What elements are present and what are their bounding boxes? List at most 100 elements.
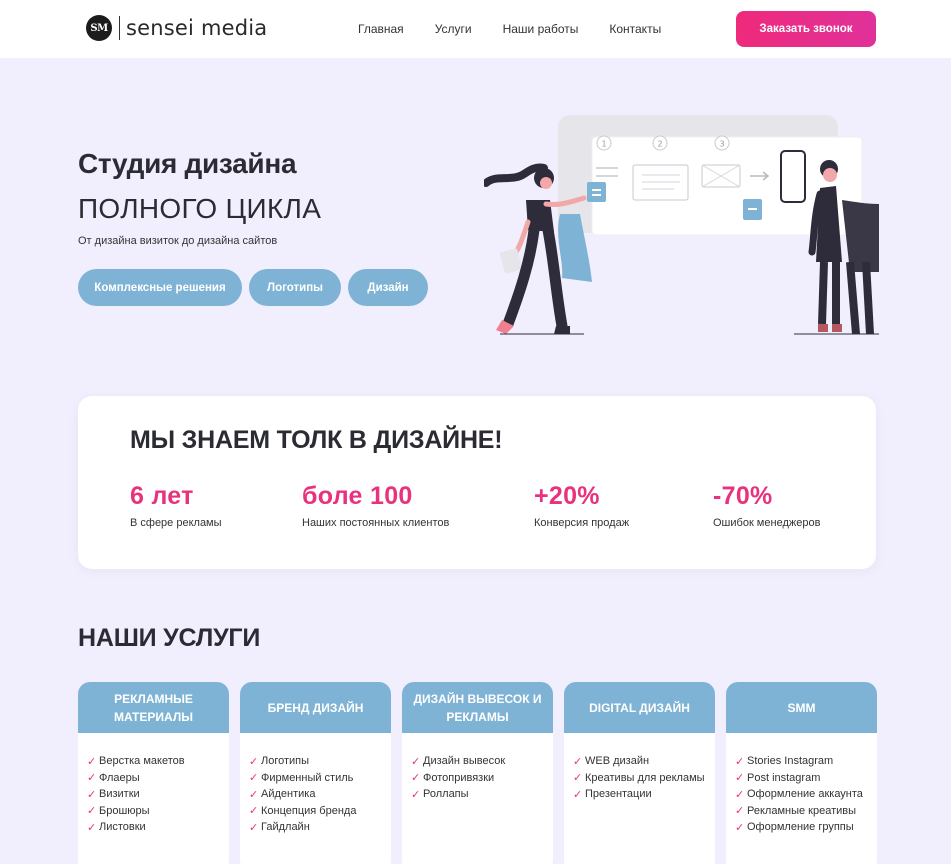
list-item-label: Визитки bbox=[99, 788, 140, 801]
list-item: ✓ Post instagram bbox=[735, 770, 877, 787]
list-item-label: Концепция бренда bbox=[261, 804, 357, 817]
check-icon: ✓ bbox=[87, 755, 97, 768]
check-icon: ✓ bbox=[735, 788, 745, 801]
check-icon: ✓ bbox=[735, 772, 745, 785]
list-item: ✓ Айдентика bbox=[249, 786, 391, 803]
list-item-label: Презентации bbox=[585, 788, 652, 801]
stat-value: боле 100 bbox=[302, 482, 413, 510]
nav-link-contacts[interactable]: Контакты bbox=[609, 22, 661, 36]
check-icon: ✓ bbox=[735, 805, 745, 818]
list-item: ✓ Креативы для рекламы bbox=[573, 770, 715, 787]
pill-logos[interactable]: Логотипы bbox=[249, 269, 341, 306]
stat-clients: боле 100 Наших постоянных клиентов bbox=[302, 482, 449, 529]
list-item: ✓ Stories Instagram bbox=[735, 753, 877, 770]
service-card-brand-design[interactable]: БРЕНД ДИЗАЙН ✓ Логотипы ✓ Фирменный стиль … bbox=[240, 682, 391, 864]
site-header: SM sensei media Главная Услуги Наши рабо… bbox=[0, 0, 951, 58]
nav-link-services[interactable]: Услуги bbox=[435, 22, 472, 36]
logo-divider bbox=[119, 16, 120, 40]
list-item: ✓ Фирменный стиль bbox=[249, 770, 391, 787]
list-item-label: Флаеры bbox=[99, 771, 140, 784]
check-icon: ✓ bbox=[87, 821, 97, 834]
list-item: ✓ Верстка макетов bbox=[87, 753, 229, 770]
service-list: ✓ Верстка макетов ✓ Флаеры ✓ Визитки ✓ Брошю… bbox=[78, 733, 229, 836]
check-icon: ✓ bbox=[249, 772, 259, 785]
list-item: ✓ WEB дизайн bbox=[573, 753, 715, 770]
stats-card: МЫ ЗНАЕМ ТОЛК В ДИЗАЙНЕ! 6 лет В сфере р… bbox=[78, 396, 876, 569]
list-item: ✓ Рекламные креативы bbox=[735, 803, 877, 820]
list-item: ✓ Флаеры bbox=[87, 770, 229, 787]
service-card-title: DIGITAL ДИЗАЙН bbox=[564, 682, 715, 733]
step-3-label: 3 bbox=[719, 140, 724, 149]
logo-text: sensei media bbox=[126, 16, 268, 40]
check-icon: ✓ bbox=[573, 755, 583, 768]
check-icon: ✓ bbox=[87, 772, 97, 785]
list-item: ✓ Оформление группы bbox=[735, 819, 877, 836]
list-item-label: Дизайн вывесок bbox=[423, 755, 506, 768]
check-icon: ✓ bbox=[573, 788, 583, 801]
check-icon: ✓ bbox=[735, 755, 745, 768]
check-icon: ✓ bbox=[411, 772, 421, 785]
stats-title: МЫ ЗНАЕМ ТОЛК В ДИЗАЙНЕ! bbox=[130, 426, 503, 454]
list-item-label: Логотипы bbox=[261, 755, 310, 768]
list-item: ✓ Роллапы bbox=[411, 786, 553, 803]
list-item-label: Верстка макетов bbox=[99, 755, 185, 768]
list-item-label: Айдентика bbox=[261, 788, 316, 801]
service-card-ad-materials[interactable]: РЕКЛАМНЫЕ МАТЕРИАЛЫ ✓ Верстка макетов ✓ Фл… bbox=[78, 682, 229, 864]
service-card-smm[interactable]: SMM ✓ Stories Instagram ✓ Post instagram ✓… bbox=[726, 682, 877, 864]
service-card-digital-design[interactable]: DIGITAL ДИЗАЙН ✓ WEB дизайн ✓ Креативы для… bbox=[564, 682, 715, 864]
list-item: ✓ Гайдлайн bbox=[249, 819, 391, 836]
stat-value: +20% bbox=[534, 482, 600, 510]
list-item: ✓ Концепция бренда bbox=[249, 803, 391, 820]
list-item: ✓ Логотипы bbox=[249, 753, 391, 770]
stat-label: Ошибок менеджеров bbox=[713, 517, 821, 529]
service-card-title: SMM bbox=[726, 682, 877, 733]
list-item-label: Оформление аккаунта bbox=[747, 788, 863, 801]
step-2-label: 2 bbox=[657, 140, 662, 149]
list-item: ✓ Листовки bbox=[87, 819, 229, 836]
stat-value: -70% bbox=[713, 482, 773, 510]
service-list: ✓ Дизайн вывесок ✓ Фотопривязки ✓ Роллапы bbox=[402, 733, 553, 803]
hero-subtitle: ПОЛНОГО ЦИКЛА bbox=[78, 193, 322, 224]
stat-conversion: +20% Конверсия продаж bbox=[534, 482, 629, 529]
list-item-label: Брошюры bbox=[99, 804, 150, 817]
list-item: ✓ Брошюры bbox=[87, 803, 229, 820]
service-card-title: БРЕНД ДИЗАЙН bbox=[240, 682, 391, 733]
check-icon: ✓ bbox=[249, 821, 259, 834]
nav-link-home[interactable]: Главная bbox=[358, 22, 404, 36]
service-list: ✓ WEB дизайн ✓ Креативы для рекламы ✓ Презе… bbox=[564, 733, 715, 803]
list-item-label: Фотопривязки bbox=[423, 771, 495, 784]
list-item-label: Post instagram bbox=[747, 771, 821, 784]
service-list: ✓ Stories Instagram ✓ Post instagram ✓ Офор… bbox=[726, 733, 877, 836]
check-icon: ✓ bbox=[411, 788, 421, 801]
service-card-title: ДИЗАЙН ВЫВЕСОК И РЕКЛАМЫ bbox=[402, 682, 553, 733]
list-item-label: Гайдлайн bbox=[261, 821, 310, 834]
list-item-label: WEB дизайн bbox=[585, 755, 650, 768]
hero-title: Студия дизайна bbox=[78, 148, 297, 179]
stat-years: 6 лет В сфере рекламы bbox=[130, 482, 222, 529]
list-item-label: Оформление группы bbox=[747, 821, 854, 834]
stat-errors: -70% Ошибок менеджеров bbox=[713, 482, 820, 529]
stat-label: В сфере рекламы bbox=[130, 517, 222, 529]
services-title: НАШИ УСЛУГИ bbox=[78, 624, 261, 652]
stat-label: Наших постоянных клиентов bbox=[302, 517, 450, 529]
list-item: ✓ Оформление аккаунта bbox=[735, 786, 877, 803]
list-item-label: Stories Instagram bbox=[747, 755, 834, 768]
service-list: ✓ Логотипы ✓ Фирменный стиль ✓ Айдентика ✓ К… bbox=[240, 733, 391, 836]
stat-value: 6 лет bbox=[130, 482, 194, 510]
list-item-label: Листовки bbox=[99, 821, 146, 834]
check-icon: ✓ bbox=[87, 788, 97, 801]
order-call-button[interactable]: Заказать звонок bbox=[736, 11, 876, 47]
pill-complex-solutions[interactable]: Комплексные решения bbox=[78, 269, 242, 306]
hero-description: От дизайна визиток до дизайна сайтов bbox=[78, 235, 278, 247]
stat-label: Конверсия продаж bbox=[534, 517, 630, 529]
logo[interactable]: SM sensei media bbox=[86, 15, 267, 41]
check-icon: ✓ bbox=[411, 755, 421, 768]
hero-illustration: 1 2 3 bbox=[484, 115, 879, 335]
service-card-signage-design[interactable]: ДИЗАЙН ВЫВЕСОК И РЕКЛАМЫ ✓ Дизайн вывесок… bbox=[402, 682, 553, 864]
pill-design[interactable]: Дизайн bbox=[348, 269, 428, 306]
nav-link-works[interactable]: Наши работы bbox=[503, 22, 579, 36]
check-icon: ✓ bbox=[735, 821, 745, 834]
check-icon: ✓ bbox=[249, 755, 259, 768]
check-icon: ✓ bbox=[249, 788, 259, 801]
list-item-label: Роллапы bbox=[423, 788, 469, 801]
